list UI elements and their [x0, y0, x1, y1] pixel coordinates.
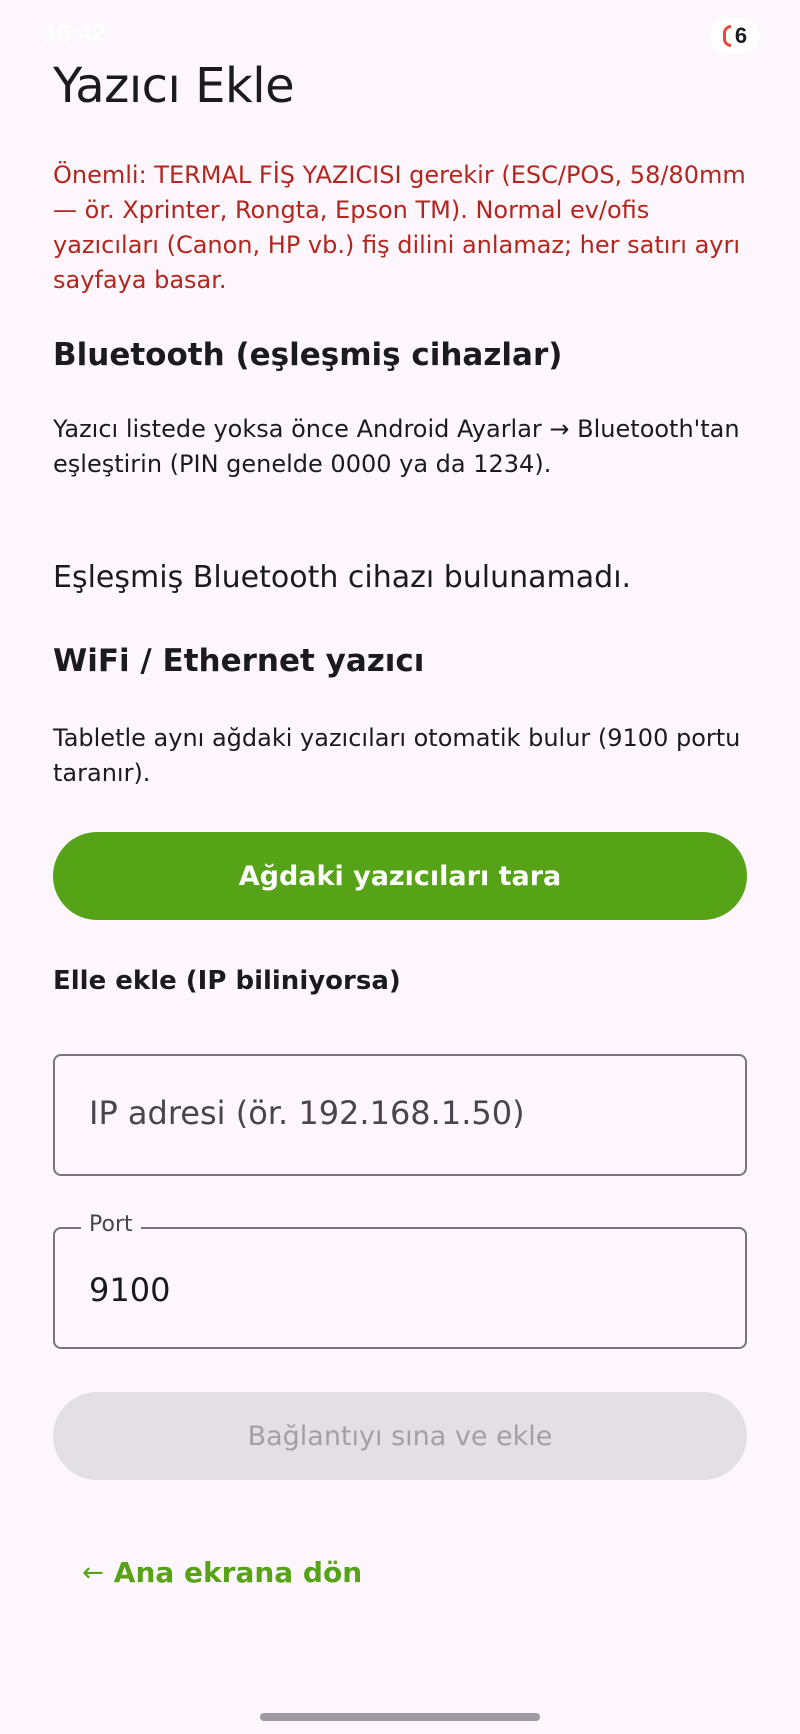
test-and-add-button-label: Bağlantıyı sına ve ekle: [247, 1420, 553, 1452]
scan-network-button-label: Ağdaki yazıcıları tara: [238, 860, 562, 892]
wifi-help-text: Tabletle aynı ağdaki yazıcıları otomatik…: [53, 724, 741, 787]
page-title: Yazıcı Ekle: [53, 58, 295, 114]
manual-add-heading: Elle ekle (IP biliniyorsa): [53, 966, 401, 996]
arrow-left-icon: ←: [82, 1557, 104, 1588]
bluetooth-help-text: Yazıcı listede yoksa önce Android Ayarla…: [53, 415, 740, 478]
port-field-label: Port: [81, 1212, 141, 1237]
bluetooth-empty-message: Eşleşmiş Bluetooth cihazı bulunamadı.: [53, 560, 632, 595]
gesture-nav-handle[interactable]: [260, 1713, 540, 1721]
thermal-printer-warning: Önemli: TERMAL FİŞ YAZICISI gerekir (ESC…: [53, 161, 746, 294]
status-time: 16:42: [44, 20, 106, 47]
scan-network-button[interactable]: Ağdaki yazıcıları tara: [53, 832, 747, 920]
back-to-home-label: Ana ekrana dön: [113, 1556, 363, 1589]
port-field-value: 9100: [89, 1271, 171, 1309]
wifi-heading: WiFi / Ethernet yazıcı: [53, 643, 425, 679]
notification-badge: 6: [710, 18, 760, 54]
port-field[interactable]: Port 9100: [53, 1212, 747, 1349]
test-and-add-button[interactable]: Bağlantıyı sına ve ekle: [53, 1392, 747, 1480]
ip-address-field[interactable]: IP adresi (ör. 192.168.1.50): [53, 1054, 747, 1176]
badge-count: 6: [734, 23, 748, 48]
battery-icon: [722, 25, 731, 47]
bluetooth-heading: Bluetooth (eşleşmiş cihazlar): [53, 337, 563, 373]
ip-address-placeholder: IP adresi (ör. 192.168.1.50): [89, 1094, 525, 1132]
back-to-home-link[interactable]: ← Ana ekrana dön: [82, 1556, 362, 1589]
